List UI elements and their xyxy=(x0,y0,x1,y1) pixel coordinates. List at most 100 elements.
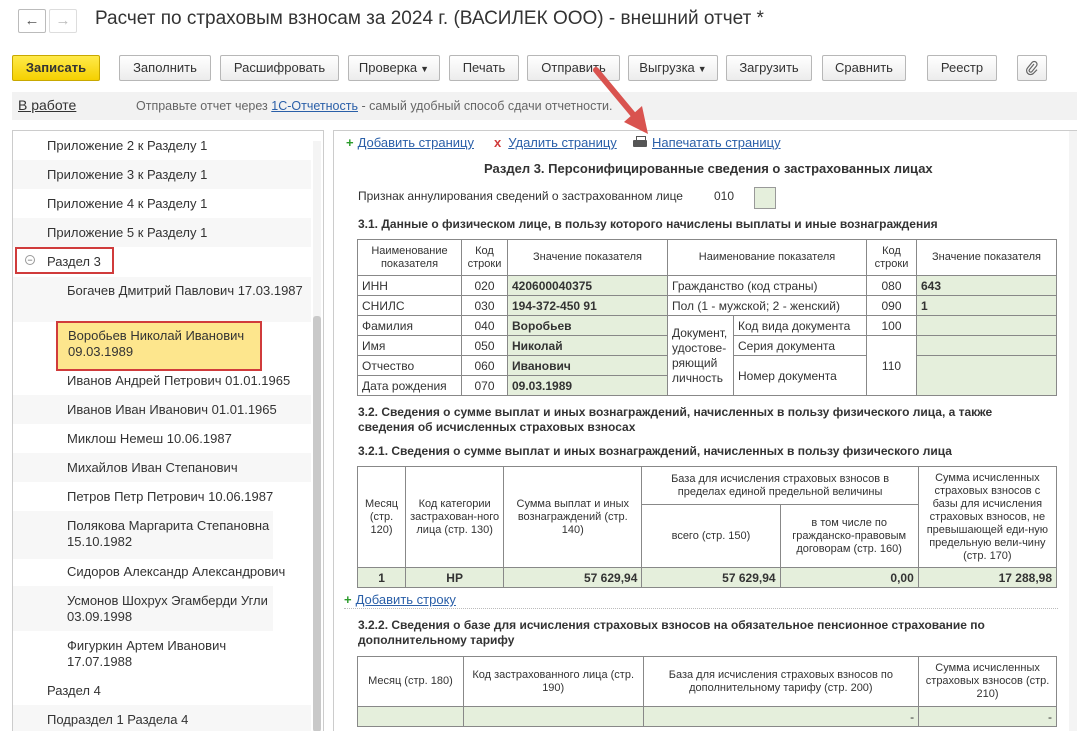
tree-item-selected[interactable]: Воробьев Николай Иванович 09.03.1989 xyxy=(13,328,253,360)
tree-item[interactable]: Подраздел 1 Раздела 4 xyxy=(13,705,311,731)
arrow-left-icon: ← xyxy=(24,12,40,29)
print-page-link[interactable]: Напечатать страницу xyxy=(633,135,781,150)
line-code: 070 xyxy=(461,375,508,396)
person-table: Наименование показателя Код строки Значе… xyxy=(357,239,1057,396)
patronymic-field[interactable]: Иванович xyxy=(507,355,668,376)
doc-number-field[interactable] xyxy=(916,355,1057,396)
tree-item[interactable]: Приложение 3 к Разделу 1 xyxy=(13,160,311,189)
tree-item[interactable]: Михайлов Иван Степанович xyxy=(13,453,311,482)
print-button[interactable]: Печать xyxy=(449,55,519,81)
line-code: 100 xyxy=(866,315,917,336)
month-cell[interactable]: 1 xyxy=(356,567,407,588)
check-label: Проверка xyxy=(358,60,418,75)
col-header: Код строки xyxy=(866,239,917,276)
field-label: СНИЛС xyxy=(357,295,462,316)
doc-type-field[interactable] xyxy=(916,315,1057,336)
plus-icon: + xyxy=(346,135,354,150)
delete-page-label: Удалить страницу xyxy=(508,135,617,150)
col-header: Код категории застрахован-ного лица (стр… xyxy=(405,466,505,568)
forward-button[interactable]: → xyxy=(49,9,77,33)
field-label: Имя xyxy=(357,335,462,356)
col-header: Наименование показателя xyxy=(667,239,867,276)
firstname-field[interactable]: Николай xyxy=(507,335,668,356)
field-label: Номер документа xyxy=(733,355,867,396)
lastname-field[interactable]: Воробьев xyxy=(507,315,668,336)
col-header: Значение показателя xyxy=(507,239,668,276)
col-header: Наименование показателя xyxy=(357,239,462,276)
snils-field[interactable]: 194-372-450 91 xyxy=(507,295,668,316)
fill-button[interactable]: Заполнить xyxy=(119,55,211,81)
tree-item[interactable]: Приложение 5 к Разделу 1 xyxy=(13,218,311,247)
code-cell[interactable] xyxy=(462,706,644,727)
status-link[interactable]: В работе xyxy=(18,97,76,113)
annul-field[interactable] xyxy=(754,187,776,209)
line-code: 060 xyxy=(461,355,508,376)
col-header: в том числе по гражданско-правовым догов… xyxy=(779,504,919,568)
add-page-label: Добавить страницу xyxy=(357,135,474,150)
tree-item[interactable]: Богачев Дмитрий Павлович 17.03.1987 xyxy=(13,277,311,322)
tree-item[interactable]: Полякова Маргарита Степановна 15.10.1982 xyxy=(13,511,273,559)
line-code: 020 xyxy=(461,275,508,296)
col-header: Код строки xyxy=(461,239,508,276)
add-page-link[interactable]: + Добавить страницу xyxy=(346,135,474,150)
check-dropdown[interactable]: Проверка ▼ xyxy=(348,55,440,81)
inn-field[interactable]: 420600040375 xyxy=(507,275,668,296)
citizenship-field[interactable]: 643 xyxy=(916,275,1057,296)
export-dropdown[interactable]: Выгрузка ▼ xyxy=(628,55,718,81)
tree-item[interactable]: Раздел 4 xyxy=(13,683,311,698)
decode-button[interactable]: Расшифровать xyxy=(220,55,339,81)
gender-field[interactable]: 1 xyxy=(916,295,1057,316)
tree-item[interactable]: Приложение 2 к Разделу 1 xyxy=(13,138,311,153)
tree-scrollbar-thumb[interactable] xyxy=(313,316,321,731)
load-button[interactable]: Загрузить xyxy=(726,55,812,81)
base-total-cell[interactable]: 57 629,94 xyxy=(641,567,781,588)
registry-button[interactable]: Реестр xyxy=(927,55,997,81)
add-row-link[interactable]: + Добавить строку xyxy=(344,592,456,607)
toolbar: Записать Заполнить Расшифровать Проверка… xyxy=(0,55,1077,83)
birthdate-field[interactable]: 09.03.1989 xyxy=(507,375,668,396)
add-row-label: Добавить строку xyxy=(355,592,456,607)
col-header: Месяц (стр. 180) xyxy=(357,656,464,707)
payments-table: Месяц (стр. 120) Код категории застрахов… xyxy=(356,466,1058,588)
paperclip-icon xyxy=(1025,60,1038,76)
line-code: 030 xyxy=(461,295,508,316)
field-label: Дата рождения xyxy=(357,375,462,396)
tree-item[interactable]: Сидоров Александр Александрович xyxy=(13,564,311,580)
delete-page-link[interactable]: x Удалить страницу xyxy=(494,135,617,150)
attach-button[interactable] xyxy=(1017,55,1047,81)
back-button[interactable]: ← xyxy=(18,9,46,33)
col-header: Код застрахованного лица (стр. 190) xyxy=(462,656,644,707)
tree-item[interactable]: Иванов Иван Иванович 01.01.1965 xyxy=(13,395,311,424)
sum-cell[interactable]: 57 629,94 xyxy=(503,567,643,588)
tree-item-section-3[interactable]: Раздел 3 xyxy=(13,254,311,269)
tree-item[interactable]: Петров Петр Петрович 10.06.1987 xyxy=(13,489,311,505)
tree-item[interactable]: Усмонов Шохрух Эгамберди Угли 03.09.1998 xyxy=(13,586,273,631)
status-hint: Отправьте отчет через 1С-Отчетность - са… xyxy=(136,99,613,113)
reporting-link[interactable]: 1С-Отчетность xyxy=(271,99,358,113)
report-form: + Добавить страницу x Удалить страницу Нап… xyxy=(333,130,1077,731)
annul-code: 010 xyxy=(714,189,735,203)
form-scrollbar[interactable] xyxy=(1069,131,1077,731)
category-cell[interactable]: НР xyxy=(405,567,505,588)
heading-3-2-2: 3.2.2. Сведения о базе для исчисления ст… xyxy=(358,618,985,647)
tree-item[interactable]: Иванов Андрей Петрович 01.01.1965 xyxy=(13,373,311,389)
calc-cell[interactable]: 17 288,98 xyxy=(917,567,1058,588)
col-header: База для исчисления страховых взносов в … xyxy=(641,466,919,505)
save-button[interactable]: Записать xyxy=(12,55,100,81)
field-label: Отчество xyxy=(357,355,462,376)
tree-item[interactable]: Фигуркин Артем Иванович 17.07.1988 xyxy=(13,638,243,670)
month-cell[interactable] xyxy=(357,706,464,727)
status-bar: В работе Отправьте отчет через 1С-Отчетн… xyxy=(12,92,1077,120)
printer-icon xyxy=(633,136,647,148)
doc-series-field[interactable] xyxy=(916,335,1057,356)
plus-icon: + xyxy=(344,592,352,607)
sum-cell[interactable]: - xyxy=(918,706,1057,727)
compare-button[interactable]: Сравнить xyxy=(822,55,906,81)
send-button[interactable]: Отправить xyxy=(527,55,620,81)
tree-item[interactable]: Приложение 4 к Разделу 1 xyxy=(13,196,311,211)
heading-3-1: 3.1. Данные о физическом лице, в пользу … xyxy=(358,217,938,231)
base-cell[interactable]: - xyxy=(642,706,920,727)
base-civil-cell[interactable]: 0,00 xyxy=(779,567,919,588)
line-code: 080 xyxy=(866,275,917,296)
tree-item[interactable]: Миклош Немеш 10.06.1987 xyxy=(13,431,311,447)
